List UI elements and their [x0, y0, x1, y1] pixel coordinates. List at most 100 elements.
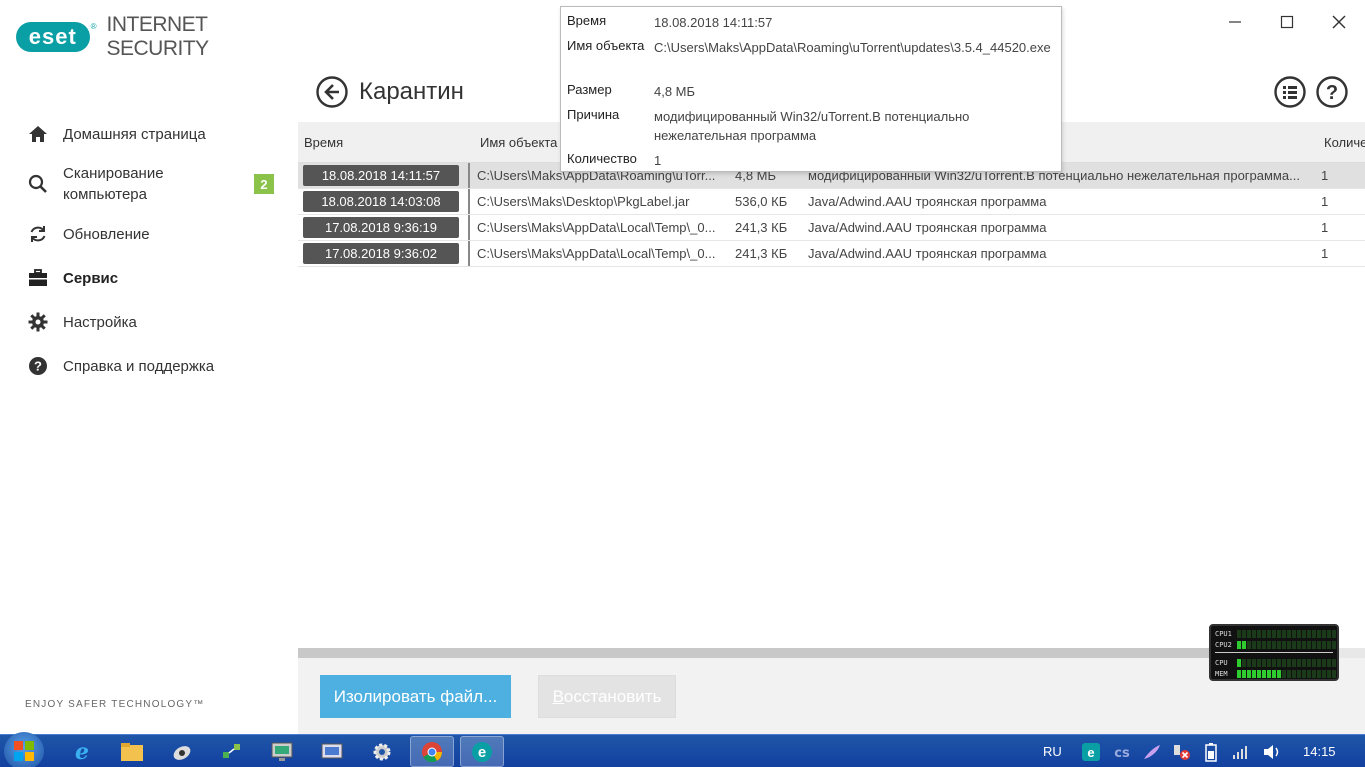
meter-bar	[1317, 629, 1321, 638]
meter-bar	[1247, 629, 1251, 638]
list-view-button[interactable]	[1274, 76, 1306, 108]
row-time: 18.08.2018 14:03:08	[303, 191, 459, 212]
meter-bar	[1287, 629, 1291, 638]
sidebar-item-home[interactable]: Домашняя страница	[0, 112, 298, 156]
meter-bar	[1272, 640, 1276, 649]
cpu1-label: CPU1	[1215, 629, 1232, 638]
tooltip-time-value: 18.08.2018 14:11:57	[654, 15, 773, 30]
taskbar-app-3[interactable]	[160, 736, 204, 767]
eset-tray-icon: e	[1082, 742, 1100, 761]
meter-bar	[1322, 669, 1326, 678]
volume-icon	[1264, 744, 1279, 759]
taskbar-explorer[interactable]	[110, 736, 154, 767]
isolate-file-button[interactable]: Изолировать файл...	[320, 675, 511, 718]
tray-network[interactable]	[1172, 735, 1192, 767]
meter-bar	[1292, 629, 1296, 638]
settings-gear-icon	[373, 743, 391, 760]
meter-bar	[1302, 658, 1306, 667]
meter-bar	[1327, 658, 1331, 667]
page-title: Карантин	[359, 78, 464, 105]
maximize-button[interactable]	[1261, 0, 1313, 44]
tray-app-3[interactable]	[1142, 735, 1162, 767]
meter-bar	[1317, 658, 1321, 667]
table-row[interactable]: 17.08.2018 9:36:19 C:\Users\Maks\AppData…	[298, 215, 1365, 241]
meter-bar	[1242, 658, 1246, 667]
cpu-meter-widget[interactable]: CPU1 CPU2 CPU MEM	[1209, 624, 1339, 681]
row-size: 241,3 КБ	[735, 246, 788, 261]
taskbar-app-5[interactable]	[260, 736, 304, 767]
row-reason: Java/Adwind.AAU троянская программа	[808, 220, 1047, 235]
sidebar-item-tools[interactable]: Сервис	[0, 256, 298, 300]
meter-bar	[1277, 629, 1281, 638]
eset-window: eset ® INTERNET SECURITY Домашняя страни…	[0, 0, 1365, 734]
tray-app-2[interactable]: cs	[1112, 735, 1132, 767]
taskbar-app-4[interactable]	[210, 736, 254, 767]
taskbar-app-6[interactable]	[310, 736, 354, 767]
back-button[interactable]	[316, 76, 348, 108]
column-object[interactable]: Имя объекта	[480, 135, 557, 150]
eset-logo-badge: eset	[16, 22, 90, 52]
eset-logo: eset ® INTERNET SECURITY	[16, 13, 298, 60]
details-tooltip: Время 18.08.2018 14:11:57 Имя объекта C:…	[560, 6, 1062, 172]
meter-bar	[1332, 658, 1336, 667]
sidebar-item-settings[interactable]: Настройка	[0, 300, 298, 344]
taskbar-eset[interactable]: e	[460, 736, 504, 767]
meter-bar	[1277, 640, 1281, 649]
network-error-icon	[1174, 744, 1190, 760]
row-object: C:\Users\Maks\AppData\Local\Temp\_0...	[477, 220, 716, 235]
sidebar-item-help[interactable]: ? Справка и поддержка	[0, 344, 298, 388]
column-time[interactable]: Время	[304, 135, 343, 150]
folder-icon	[121, 742, 143, 761]
refresh-icon	[28, 224, 48, 244]
sidebar-item-update[interactable]: Обновление	[0, 212, 298, 256]
taskbar-ie[interactable]: e	[60, 736, 104, 767]
search-icon	[28, 174, 48, 194]
row-time: 17.08.2018 9:36:19	[303, 217, 459, 238]
meter-bar	[1327, 629, 1331, 638]
home-icon	[28, 124, 48, 144]
scrollbar-thumb[interactable]	[298, 648, 1210, 658]
cpu-label: CPU	[1215, 658, 1228, 667]
close-button[interactable]	[1313, 0, 1365, 44]
meter-bar	[1282, 629, 1286, 638]
gear-icon	[28, 312, 48, 332]
taskbar-chrome[interactable]	[410, 736, 454, 767]
start-button[interactable]	[4, 732, 44, 767]
tray-signal[interactable]	[1232, 735, 1250, 767]
meter-bar	[1287, 640, 1291, 649]
tray-eset[interactable]: e	[1082, 735, 1100, 767]
restore-button[interactable]: Восстановить	[538, 675, 676, 718]
meter-bar	[1292, 658, 1296, 667]
table-row[interactable]: 17.08.2018 9:36:02 C:\Users\Maks\AppData…	[298, 241, 1365, 267]
column-count[interactable]: Количество	[1324, 135, 1365, 150]
taskbar-app-7[interactable]	[360, 736, 404, 767]
sidebar-item-label: Сервис	[63, 269, 119, 287]
sidebar-item-label: Настройка	[63, 313, 137, 331]
meter-bar	[1302, 669, 1306, 678]
minimize-icon	[1229, 21, 1241, 23]
minimize-button[interactable]	[1209, 0, 1261, 44]
meter-bar	[1262, 640, 1266, 649]
tooltip-object-value: C:\Users\Maks\AppData\Roaming\uTorrent\u…	[654, 40, 1051, 55]
tray-volume[interactable]	[1262, 735, 1282, 767]
sidebar-item-scan[interactable]: Сканирование компьютера 2	[0, 156, 298, 212]
row-reason: Java/Adwind.AAU троянская программа	[808, 246, 1047, 261]
satellite-icon	[173, 745, 191, 760]
window-controls	[1209, 0, 1365, 44]
meter-bar	[1277, 658, 1281, 667]
meter-bar	[1332, 629, 1336, 638]
horizontal-scrollbar[interactable]	[298, 648, 1365, 658]
tray-battery[interactable]	[1202, 735, 1220, 767]
clock[interactable]: 14:15	[1303, 735, 1336, 767]
table-row[interactable]: 18.08.2018 14:03:08 C:\Users\Maks\Deskto…	[298, 189, 1365, 215]
meter-bar	[1252, 669, 1256, 678]
svg-text:e: e	[75, 740, 89, 764]
language-indicator[interactable]: RU	[1043, 735, 1062, 767]
scan-count-badge: 2	[254, 174, 274, 194]
maximize-icon	[1280, 15, 1294, 29]
tooltip-reason-label: Причина	[567, 107, 620, 122]
windows-logo-icon	[14, 741, 34, 761]
meter-bar	[1327, 640, 1331, 649]
meter-bar	[1247, 658, 1251, 667]
help-button[interactable]: ?	[1316, 76, 1348, 108]
